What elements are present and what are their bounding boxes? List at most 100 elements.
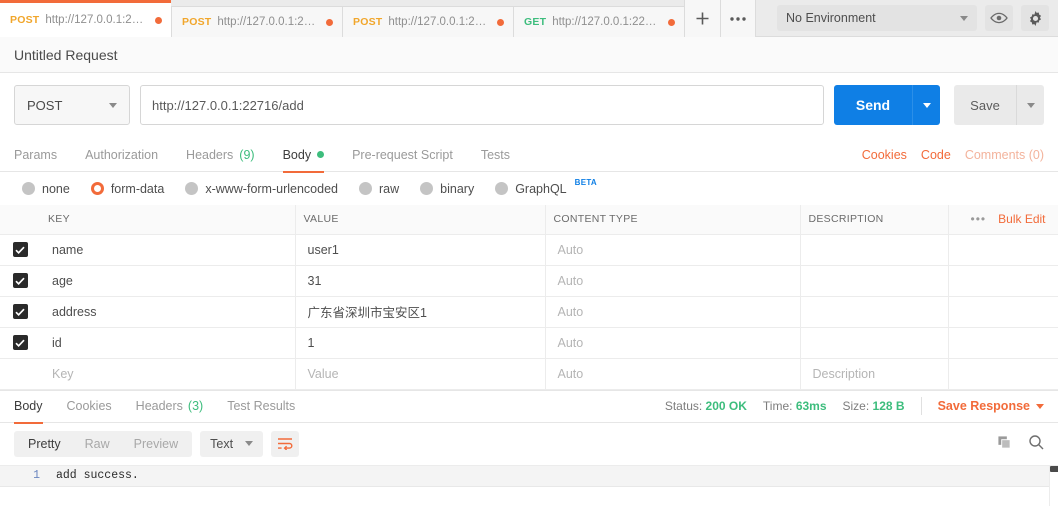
environment-quick-look-button[interactable] [985,5,1013,31]
comments-link[interactable]: Comments (0) [965,148,1044,162]
table-header-row: KEY VALUE CONTENT TYPE DESCRIPTION ••• B… [0,205,1058,235]
word-wrap-button[interactable] [271,430,300,457]
row-value-cell[interactable]: 1 [295,326,546,359]
response-format-selector[interactable]: Text [200,430,264,457]
tab-tests[interactable]: Tests [481,138,510,172]
http-method-label: POST [27,97,63,113]
response-tab-test-results[interactable]: Test Results [227,390,295,423]
response-tab-cookies[interactable]: Cookies [67,390,112,423]
row-content-type-cell[interactable]: Auto [545,295,801,328]
row-checkbox-cell[interactable] [0,357,40,390]
size-group: Size: 128 B [843,399,905,413]
request-tab-strip: POST http://127.0.0.1:227… POST http://1… [0,0,756,37]
header-key: KEY [40,205,296,235]
tab-authorization[interactable]: Authorization [85,138,158,172]
time-value: 63ms [795,399,827,413]
row-content-type-cell[interactable]: Auto [545,233,801,266]
header-description: DESCRIPTION [800,205,949,235]
row-content-type-cell[interactable]: Auto [545,357,801,390]
settings-button[interactable] [1021,5,1049,31]
body-type-label: binary [440,181,475,196]
tab-body[interactable]: Body [282,138,325,173]
row-description-cell[interactable] [800,326,949,359]
request-tab-2[interactable]: POST http://127.0.0.1:227… [171,6,342,37]
tab-headers[interactable]: Headers (9) [186,138,255,172]
status-label: Status: [664,399,703,413]
line-text: add success. [50,469,1058,482]
body-type-raw[interactable]: raw [359,182,399,196]
tab-options-button[interactable] [720,0,756,37]
request-tab-1[interactable]: POST http://127.0.0.1:227… [0,0,171,37]
http-method-selector[interactable]: POST [14,85,130,125]
row-value-cell[interactable]: 广东省深圳市宝安区1 [295,295,546,328]
tab-label: Params [14,147,58,162]
row-content-type-cell[interactable]: Auto [545,326,801,359]
row-key-cell[interactable]: name [40,233,296,266]
response-tab-body[interactable]: Body [14,390,43,424]
row-value-cell[interactable]: Value [295,357,546,390]
response-toolbar: Pretty Raw Preview Text [0,422,1058,465]
row-checkbox-cell[interactable] [0,326,40,359]
row-description-cell[interactable] [800,233,949,266]
row-value-text: 广东省深圳市宝安区1 [307,306,427,320]
response-meta: Status: 200 OK Time: 63ms Size: 128 B Sa… [665,397,1044,415]
body-type-binary[interactable]: binary [420,182,474,196]
body-type-none[interactable]: none [22,182,70,196]
view-mode-preview[interactable]: Preview [122,433,190,455]
row-value-cell[interactable]: user1 [295,233,546,266]
save-response-button[interactable]: Save Response [938,399,1044,413]
row-tools-cell [948,326,1058,359]
body-type-x-www-form-urlencoded[interactable]: x-www-form-urlencoded [185,182,338,196]
row-value-cell[interactable]: 31 [295,264,546,297]
size-label: Size: [842,399,870,413]
table-options-button[interactable]: ••• [971,213,987,225]
tab-pre-request-script[interactable]: Pre-request Script [352,138,453,172]
row-checkbox-cell[interactable] [0,295,40,328]
search-button[interactable] [1028,434,1044,453]
row-checkbox-cell[interactable] [0,264,40,297]
environment-selector[interactable]: No Environment [777,5,977,31]
tab-label: Cookies [66,399,112,413]
row-description-cell[interactable]: Description [800,357,949,390]
form-data-table: KEY VALUE CONTENT TYPE DESCRIPTION ••• B… [0,205,1058,390]
url-input[interactable]: http://127.0.0.1:22716/add [140,85,824,125]
send-button[interactable]: Send [834,85,912,125]
body-type-graphql[interactable]: GraphQL BETA [495,178,597,196]
row-key-cell[interactable]: id [40,326,296,359]
unsaved-dot-icon [326,18,333,26]
unsaved-dot-icon [155,16,162,24]
save-options-button[interactable] [1016,85,1044,125]
row-key-cell[interactable]: Key [40,357,296,390]
send-options-button[interactable] [912,85,940,125]
new-tab-button[interactable] [684,0,720,37]
request-tab-3[interactable]: POST http://127.0.0.1:227… [342,6,513,37]
view-mode-raw[interactable]: Raw [73,433,122,455]
view-mode-pretty[interactable]: Pretty [16,433,73,455]
tab-params[interactable]: Params [14,138,57,172]
row-key-cell[interactable]: address [40,295,296,328]
response-tab-headers[interactable]: Headers (3) [136,390,204,423]
bulk-edit-button[interactable]: Bulk Edit [998,212,1045,226]
row-key-cell[interactable]: age [40,264,296,297]
row-description-cell[interactable] [800,264,949,297]
chevron-down-icon [960,15,968,21]
code-link[interactable]: Code [921,148,951,162]
tab-label: Tests [480,147,510,162]
unsaved-dot-icon [668,18,675,26]
divider [920,397,922,415]
body-type-form-data[interactable]: form-data [90,182,164,196]
scrollbar-thumb[interactable] [1050,465,1058,472]
response-scrollbar[interactable] [1049,465,1058,506]
row-value-text: 1 [307,335,315,350]
checkbox-checked-icon [12,304,28,320]
row-content-type-text: Auto [557,273,584,288]
row-description-cell[interactable] [800,295,949,328]
row-content-type-cell[interactable]: Auto [545,264,801,297]
row-description-placeholder: Description [812,366,876,381]
line-number: 1 [0,469,50,482]
copy-button[interactable] [997,435,1012,453]
request-tab-4[interactable]: GET http://127.0.0.1:2271… [513,6,684,37]
cookies-link[interactable]: Cookies [862,148,907,162]
row-checkbox-cell[interactable] [0,233,40,266]
save-button[interactable]: Save [954,85,1016,125]
